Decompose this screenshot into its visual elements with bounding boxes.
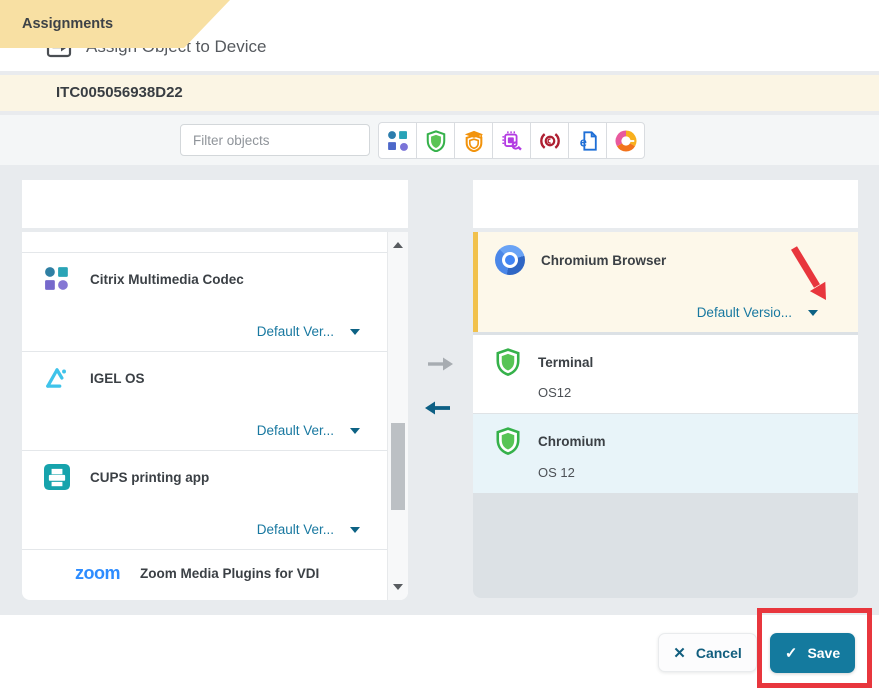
assignable-objects-list: Default Ver... Citrix Multimedia Codec D…: [22, 232, 408, 600]
assign-right-arrow-button[interactable]: [425, 353, 455, 375]
item-title: IGEL OS: [90, 371, 145, 386]
item-title: Chromium Browser: [541, 253, 666, 268]
green-shield-filter-button[interactable]: [416, 122, 455, 159]
item-os-version: OS12: [538, 385, 571, 400]
apps-grid-icon: [387, 130, 409, 152]
clipped-list-item[interactable]: Default Ver...: [22, 232, 408, 253]
chevron-down-icon: [808, 310, 818, 316]
chevron-down-icon: [350, 428, 360, 434]
citrix-codec-icon: [44, 266, 70, 292]
list-item-igel-os[interactable]: IGEL OS Default Ver...: [22, 352, 408, 451]
assignment-item-chromium[interactable]: Chromium OS 12: [473, 413, 858, 493]
purple-chip-wrench-filter-button[interactable]: [492, 122, 531, 159]
igel-os-icon: [44, 365, 70, 391]
triangle-up-icon: [393, 242, 403, 248]
save-button[interactable]: ✓ Save: [770, 633, 855, 673]
scroll-down-button[interactable]: [388, 576, 408, 598]
item-os-version: OS 12: [538, 465, 575, 480]
scroll-up-button[interactable]: [388, 234, 408, 256]
color-wheel-filter-button[interactable]: [606, 122, 645, 159]
purple-chip-wrench-icon: [501, 130, 523, 152]
item-title: Chromium: [538, 434, 606, 449]
cancel-button-label: Cancel: [696, 645, 742, 661]
list-item-zoom-media-plugins[interactable]: zoom Zoom Media Plugins for VDI: [22, 550, 408, 597]
version-label: Default Ver...: [257, 522, 334, 537]
version-dropdown[interactable]: Default Ver...: [257, 324, 360, 339]
checkmark-icon: ✓: [785, 644, 798, 662]
green-shield-icon: [425, 130, 447, 152]
assignment-item-chromium-browser[interactable]: Chromium Browser Default Versio...: [473, 232, 858, 332]
arrow-right-icon: [425, 353, 455, 375]
cancel-button[interactable]: ✕ Cancel: [658, 633, 757, 672]
item-title: Zoom Media Plugins for VDI: [140, 566, 319, 581]
orange-graduation-shield-filter-button[interactable]: [454, 122, 493, 159]
list-scrollbar[interactable]: [387, 232, 408, 600]
filter-objects-input[interactable]: [180, 124, 370, 156]
version-dropdown[interactable]: Default Ver...: [257, 423, 360, 438]
filter-toolbar: e: [0, 115, 879, 165]
item-title: Terminal: [538, 355, 593, 370]
apps-grid-filter-button[interactable]: [378, 122, 417, 159]
device-id: ITC005056938D22: [56, 75, 183, 111]
close-x-icon: ✕: [673, 644, 686, 662]
device-bar: ITC005056938D22: [0, 75, 879, 111]
assign-object-dialog: Assign Object to Device ITC005056938D22: [0, 0, 879, 690]
save-button-label: Save: [807, 645, 840, 661]
assignable-objects-header: [22, 180, 408, 228]
arrow-left-icon: [423, 397, 453, 419]
assignments-list: Chromium Browser Default Versio... Termi…: [473, 232, 858, 598]
assignment-item-terminal[interactable]: Terminal OS12: [473, 335, 858, 413]
red-broadcast-circle-filter-button[interactable]: [530, 122, 569, 159]
object-type-filter-group: e: [378, 122, 645, 159]
version-label: Default Ver...: [257, 324, 334, 339]
zoom-logo: zoom: [75, 563, 120, 583]
orange-graduation-shield-icon: [463, 130, 485, 152]
chevron-down-icon: [350, 329, 360, 335]
list-item-citrix-multimedia-codec[interactable]: Citrix Multimedia Codec Default Ver...: [22, 253, 408, 352]
color-wheel-icon: [615, 130, 637, 152]
item-title: CUPS printing app: [90, 470, 209, 485]
blue-document-e-filter-button[interactable]: e: [568, 122, 607, 159]
app-shield-icon: [495, 427, 521, 455]
unassign-left-arrow-button[interactable]: [423, 397, 453, 419]
item-title: Citrix Multimedia Codec: [90, 272, 244, 287]
triangle-down-icon: [393, 584, 403, 590]
assignments-header: [473, 180, 858, 228]
chromium-browser-icon: [495, 245, 525, 275]
app-shield-icon: [495, 348, 521, 376]
version-dropdown[interactable]: Default Ver...: [257, 522, 360, 537]
list-item-cups-printing-app[interactable]: CUPS printing app Default Ver...: [22, 451, 408, 550]
cups-printer-icon: [44, 464, 70, 490]
version-dropdown[interactable]: Default Versio...: [697, 305, 818, 320]
blue-document-e-icon: e: [577, 130, 599, 152]
version-label: Default Versio...: [697, 305, 792, 320]
version-label: Default Ver...: [257, 423, 334, 438]
scrollbar-thumb[interactable]: [391, 423, 405, 510]
chevron-down-icon: [350, 527, 360, 533]
version-dropdown[interactable]: Default Ver...: [257, 232, 360, 235]
svg-text:e: e: [579, 134, 586, 149]
red-broadcast-circle-icon: [539, 130, 561, 152]
version-label: Default Ver...: [257, 232, 334, 235]
